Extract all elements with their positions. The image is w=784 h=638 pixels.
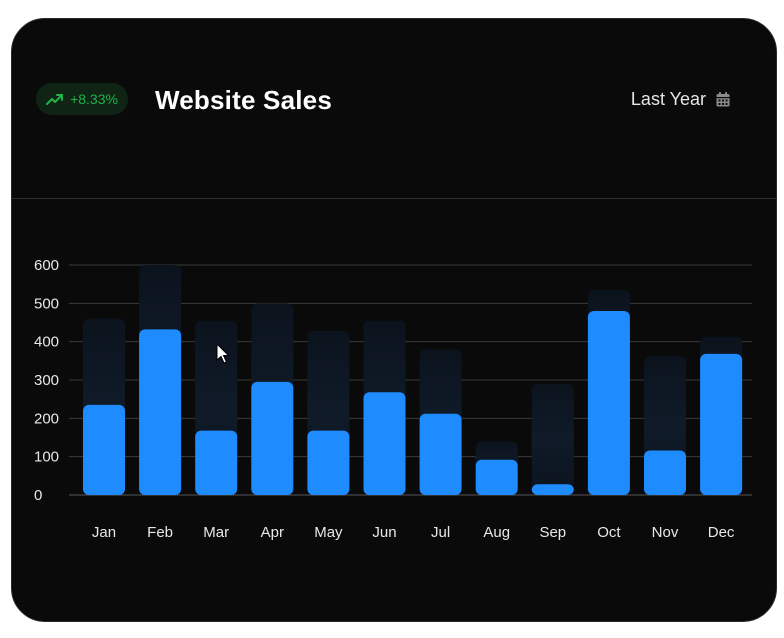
bar[interactable] <box>475 459 518 495</box>
bar[interactable] <box>700 353 743 495</box>
y-tick-label: 200 <box>34 410 59 427</box>
bar[interactable] <box>419 413 462 495</box>
bar[interactable] <box>587 311 630 495</box>
bar[interactable] <box>251 381 294 495</box>
y-tick-label: 600 <box>34 257 59 274</box>
x-tick-label: Apr <box>261 524 284 541</box>
x-tick-label: Feb <box>147 524 173 541</box>
x-tick-label: Jun <box>372 524 396 541</box>
bar-background <box>531 383 574 495</box>
x-tick-label: May <box>314 524 343 541</box>
bar-chart: 0 100 200 300 400 500 600 Jan Feb Mar Apr May Jun Jul… <box>34 257 752 541</box>
y-tick-label: 400 <box>34 334 59 351</box>
y-tick-label: 500 <box>34 295 59 312</box>
bar[interactable] <box>644 450 686 495</box>
sales-card: +8.33% Website Sales Last Year 0 100 200 30… <box>11 18 777 622</box>
x-tick-label: Nov <box>652 524 679 541</box>
y-tick-label: 100 <box>34 449 59 466</box>
bar[interactable] <box>83 404 125 495</box>
bar[interactable] <box>363 392 406 495</box>
x-tick-label: Aug <box>483 524 510 541</box>
x-tick-label: Jan <box>92 524 116 541</box>
x-tick-label: Mar <box>203 524 229 541</box>
y-tick-label: 300 <box>34 372 59 389</box>
bar[interactable] <box>139 329 182 495</box>
x-tick-label: Oct <box>597 524 621 541</box>
bar[interactable] <box>531 484 574 495</box>
x-tick-label: Dec <box>708 524 735 541</box>
bar[interactable] <box>195 430 238 495</box>
x-tick-label: Sep <box>539 524 566 541</box>
y-tick-label: 0 <box>34 487 42 504</box>
bar[interactable] <box>307 430 350 495</box>
x-tick-label: Jul <box>431 524 450 541</box>
